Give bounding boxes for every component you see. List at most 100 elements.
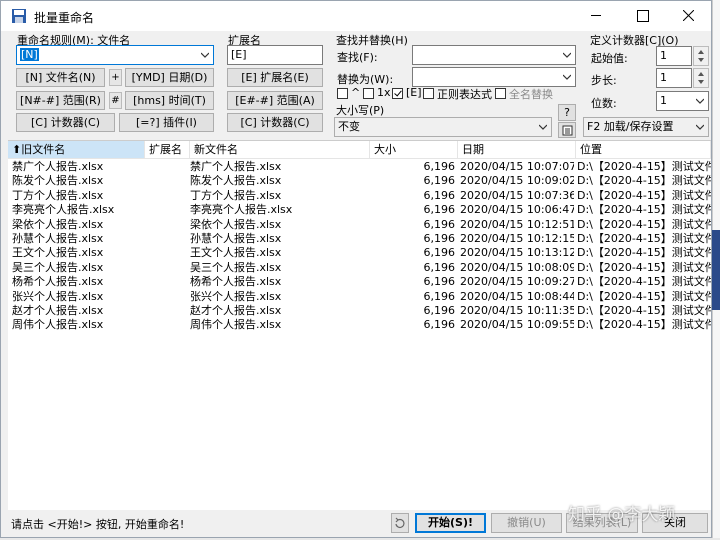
start-value-input[interactable]: 1 — [656, 46, 692, 66]
maximize-button[interactable] — [619, 1, 665, 31]
case-value: 不变 — [338, 120, 360, 133]
find-replace-settings-button[interactable] — [558, 122, 576, 138]
column-header-date[interactable]: 日期 — [458, 141, 576, 159]
chevron-down-icon — [201, 52, 209, 58]
column-header-location[interactable]: 位置 — [576, 141, 711, 159]
regex-option-label: 正则表达式 — [437, 88, 492, 101]
table-row[interactable]: 吴三个人报告.xlsx 吴三个人报告.xlsx 6,196 2020/04/15 10… — [8, 261, 711, 275]
extension-counter-button[interactable]: [C] 计数器(C) — [227, 113, 323, 132]
cell-size: 6,196 — [423, 289, 456, 303]
column-header-new-name[interactable]: 新文件名 — [190, 141, 370, 159]
table-row[interactable]: 周伟个人报告.xlsx 周伟个人报告.xlsx 6,196 2020/04/15 10… — [8, 318, 711, 332]
cell-old: 周伟个人报告.xlsx — [12, 318, 104, 332]
cell-date: 2020/04/15 10:08:09 — [460, 260, 574, 274]
cell-date: 2020/04/15 10:09:02 — [460, 174, 574, 188]
case-combo[interactable]: 不变 — [334, 117, 552, 137]
cell-old: 李亮亮个人报告.xlsx — [12, 203, 115, 217]
cell-old: 赵才个人报告.xlsx — [12, 304, 104, 317]
extension-option-checkbox[interactable] — [392, 88, 403, 99]
range-token-button[interactable]: [N#-#] 范围(R) — [16, 91, 105, 110]
cell-old: 吴三个人报告.xlsx — [12, 260, 104, 274]
find-combo[interactable] — [412, 45, 576, 65]
load-save-settings-value: F2 加载/保存设置 — [587, 120, 674, 133]
cell-size: 6,196 — [423, 217, 456, 231]
table-row[interactable]: 张兴个人报告.xlsx 张兴个人报告.xlsx 6,196 2020/04/15 10… — [8, 290, 711, 304]
find-label: 查找(F): — [337, 51, 378, 64]
step-label: 步长: — [591, 74, 617, 87]
file-list[interactable]: ⬆旧文件名 扩展名 新文件名 大小 日期 位置 禁广个人报告.xlsx 禁广个人报… — [8, 140, 711, 510]
cell-date: 2020/04/15 10:07:07 — [460, 160, 574, 173]
full-name-option-checkbox[interactable] — [495, 88, 506, 99]
regex-option-checkbox[interactable] — [423, 88, 434, 99]
chevron-down-icon — [696, 98, 704, 104]
table-row[interactable]: 李亮亮个人报告.xlsx 李亮亮个人报告.xlsx 6,196 2020/04/15 … — [8, 203, 711, 217]
time-token-button[interactable]: [hms] 时间(T) — [125, 91, 214, 110]
find-replace-label: 查找并替换(H) — [336, 34, 408, 47]
help-button[interactable]: ? — [558, 104, 576, 121]
plus-token-button[interactable]: + — [109, 69, 122, 86]
table-row[interactable]: 赵才个人报告.xlsx 赵才个人报告.xlsx 6,196 2020/04/15 10… — [8, 304, 711, 318]
cell-path: D:\【2020-4-15】测试文件夹 — [577, 174, 711, 188]
plugin-token-button[interactable]: [=?] 插件(I) — [119, 113, 214, 132]
step-input[interactable]: 1 — [656, 68, 692, 88]
case-label: 大小写(P) — [336, 104, 385, 117]
table-row[interactable]: 王文个人报告.xlsx 王文个人报告.xlsx 6,196 2020/04/15 10… — [8, 246, 711, 260]
table-row[interactable]: 陈发个人报告.xlsx 陈发个人报告.xlsx 6,196 2020/04/15 10… — [8, 174, 711, 188]
cell-size: 6,196 — [423, 160, 456, 173]
rename-rule-value: [N] — [20, 48, 39, 61]
undo-button[interactable]: 撤销(U) — [491, 513, 562, 533]
rename-rule-combo[interactable]: [N] — [16, 45, 214, 65]
full-name-option-label: 全名替换 — [509, 88, 553, 101]
column-header-extension[interactable]: 扩展名 — [145, 141, 190, 159]
cell-old: 梁依个人报告.xlsx — [12, 217, 104, 231]
table-row[interactable]: 杨希个人报告.xlsx 杨希个人报告.xlsx 6,196 2020/04/15 10… — [8, 275, 711, 289]
cell-old: 陈发个人报告.xlsx — [12, 174, 104, 188]
window-title: 批量重命名 — [34, 11, 95, 25]
table-row[interactable]: 孙慧个人报告.xlsx 孙慧个人报告.xlsx 6,196 2020/04/15 10… — [8, 232, 711, 246]
cell-date: 2020/04/15 10:11:35 — [460, 304, 574, 317]
refresh-icon — [395, 517, 405, 529]
cell-size: 6,196 — [423, 275, 456, 289]
column-header-size[interactable]: 大小 — [370, 141, 458, 159]
refresh-button[interactable] — [391, 513, 409, 533]
extension-token-button[interactable]: [E] 扩展名(E) — [227, 68, 323, 87]
cell-path: D:\【2020-4-15】测试文件夹 — [577, 318, 711, 332]
cell-path: D:\【2020-4-15】测试文件夹 — [577, 275, 711, 289]
close-icon — [683, 10, 694, 21]
cell-path: D:\【2020-4-15】测试文件夹 — [577, 217, 711, 231]
replace-label: 替换为(W): — [337, 73, 394, 86]
cell-new: 吴三个人报告.xlsx — [190, 260, 282, 274]
cell-old: 丁方个人报告.xlsx — [12, 188, 104, 202]
digits-combo[interactable]: 1 — [656, 91, 709, 111]
cell-size: 6,196 — [423, 260, 456, 274]
cell-old: 张兴个人报告.xlsx — [12, 289, 104, 303]
counter-token-button[interactable]: [C] 计数器(C) — [16, 113, 115, 132]
caret-option-checkbox[interactable] — [337, 88, 348, 99]
table-row[interactable]: 丁方个人报告.xlsx 丁方个人报告.xlsx 6,196 2020/04/15 10… — [8, 189, 711, 203]
table-row[interactable]: 禁广个人报告.xlsx 禁广个人报告.xlsx 6,196 2020/04/15 10… — [8, 160, 711, 174]
minimize-button[interactable] — [573, 1, 619, 31]
filename-token-button[interactable]: [N] 文件名(N) — [16, 68, 105, 87]
start-value-spinner[interactable] — [693, 46, 709, 66]
close-window-button[interactable] — [665, 1, 711, 31]
hash-token-button[interactable]: # — [109, 92, 122, 109]
cell-new: 杨希个人报告.xlsx — [190, 275, 282, 289]
load-save-settings-combo[interactable]: F2 加载/保存设置 — [583, 117, 709, 137]
column-header-old-name[interactable]: ⬆旧文件名 — [8, 141, 145, 159]
date-token-button[interactable]: [YMD] 日期(D) — [125, 68, 214, 87]
table-row[interactable]: 梁依个人报告.xlsx 梁依个人报告.xlsx 6,196 2020/04/15 10… — [8, 218, 711, 232]
cell-size: 6,196 — [423, 174, 456, 188]
document-icon — [562, 125, 573, 136]
extension-input[interactable]: [E] — [227, 45, 323, 65]
close-button[interactable]: 关闭 — [642, 513, 708, 533]
cell-path: D:\【2020-4-15】测试文件夹 — [577, 188, 711, 202]
extension-range-button[interactable]: [E#-#] 范围(A) — [227, 91, 323, 110]
start-button[interactable]: 开始(S)! — [415, 513, 486, 533]
once-option-label: 1x — [377, 86, 391, 99]
step-spinner[interactable] — [693, 68, 709, 88]
result-list-button[interactable]: 结果列表(L) — [566, 513, 638, 533]
digits-label: 位数: — [591, 97, 617, 110]
once-option-checkbox[interactable] — [363, 88, 374, 99]
cell-date: 2020/04/15 10:06:47 — [460, 203, 574, 217]
replace-combo[interactable] — [412, 67, 576, 87]
